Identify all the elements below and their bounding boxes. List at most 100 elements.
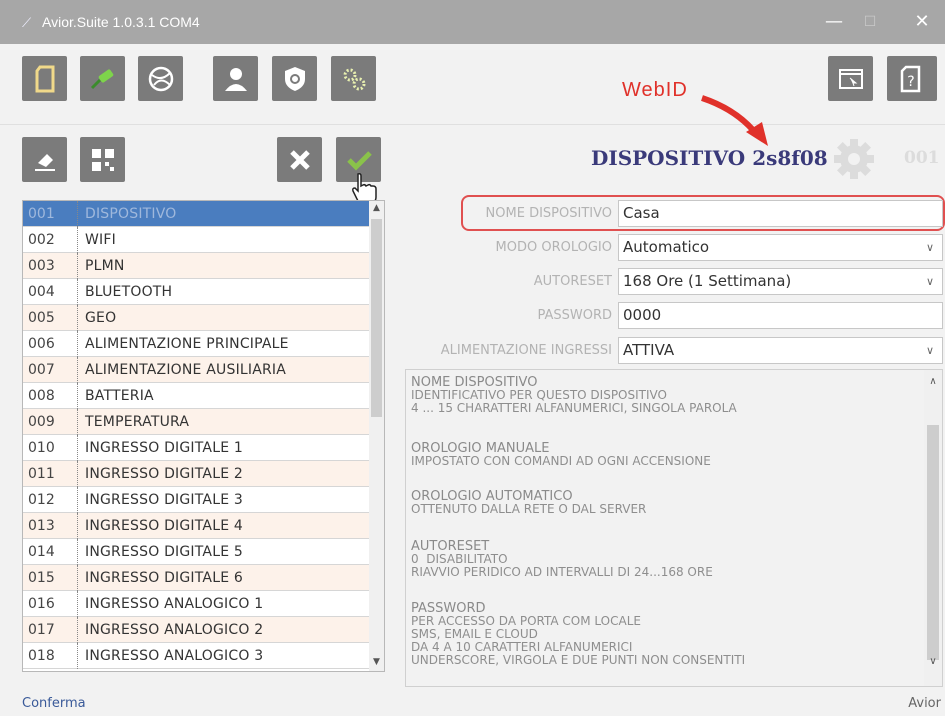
new-document-button[interactable] — [22, 56, 67, 101]
webid-annotation: WebID — [622, 79, 688, 101]
help-paragraph: OROLOGIO MANUALE IMPOSTATO CON COMANDI AD… — [411, 442, 711, 468]
list-item-label: TEMPERATURA — [85, 414, 190, 430]
list-item[interactable]: 015 INGRESSO DIGITALE 6 — [23, 565, 371, 591]
chevron-down-icon: ∨ — [925, 275, 934, 288]
list-item-label: INGRESSO ANALOGICO 1 — [85, 596, 264, 612]
list-item-label: INGRESSO DIGITALE 1 — [85, 440, 243, 456]
svg-text:?: ? — [907, 74, 914, 90]
list-item[interactable]: 011 INGRESSO DIGITALE 2 — [23, 461, 371, 487]
globe-network-icon — [148, 66, 173, 91]
help-document-icon: ? — [900, 65, 921, 92]
device-title: DISPOSITIVO 2s8f08 — [591, 146, 828, 170]
list-item[interactable]: 005 GEO — [23, 305, 371, 331]
list-item[interactable]: 016 INGRESSO ANALOGICO 1 — [23, 591, 371, 617]
list-item[interactable]: 014 INGRESSO DIGITALE 5 — [23, 539, 371, 565]
list-item-number: 006 — [23, 331, 78, 357]
autoreset-select[interactable]: 168 Ore (1 Settimana) ∨ — [618, 268, 943, 295]
scroll-up-icon[interactable]: ▲ — [369, 203, 384, 213]
clock-mode-select[interactable]: Automatico ∨ — [618, 234, 943, 261]
minimize-button[interactable]: — — [822, 10, 846, 34]
help-paragraph: AUTORESET 0 DISABILITATO RIAVVIO PERIDICO … — [411, 540, 713, 579]
scroll-up-icon[interactable]: ∧ — [924, 376, 942, 387]
list-item[interactable]: 018 INGRESSO ANALOGICO 3 — [23, 643, 371, 669]
list-item-number: 003 — [23, 253, 78, 279]
list-item-label: INGRESSO DIGITALE 5 — [85, 544, 243, 560]
connect-usb-button[interactable] — [80, 56, 125, 101]
list-item[interactable]: 008 BATTERIA — [23, 383, 371, 409]
list-item-label: INGRESSO DIGITALE 3 — [85, 492, 243, 508]
cancel-x-icon — [289, 149, 310, 170]
status-text: Conferma — [22, 696, 86, 711]
scrollbar-thumb[interactable] — [927, 425, 939, 660]
list-item-label: INGRESSO ANALOGICO 3 — [85, 648, 264, 664]
settings-button[interactable] — [331, 56, 376, 101]
user-button[interactable] — [213, 56, 258, 101]
help-line: OTTENUTO DALLA RETE O DAL SERVER — [411, 502, 647, 516]
list-item[interactable]: 009 TEMPERATURA — [23, 409, 371, 435]
list-item-label: DISPOSITIVO — [85, 206, 177, 222]
list-item-number: 015 — [23, 565, 78, 591]
list-item-label: INGRESSO DIGITALE 6 — [85, 570, 243, 586]
list-item-number: 005 — [23, 305, 78, 331]
help-line: RIAVVIO PERIDICO AD INTERVALLI DI 24...1… — [411, 565, 713, 579]
qr-code-button[interactable] — [80, 137, 125, 182]
chevron-down-icon: ∨ — [925, 344, 934, 357]
help-paragraph: OROLOGIO AUTOMATICO OTTENUTO DALLA RETE O… — [411, 490, 646, 516]
list-item-label: BLUETOOTH — [85, 284, 173, 300]
scroll-down-icon[interactable]: ▼ — [369, 657, 384, 667]
list-scrollbar[interactable]: ▲ ▼ — [369, 201, 384, 671]
window-button[interactable] — [828, 56, 873, 101]
status-brand: Avior — [908, 696, 941, 711]
list-item-number: 009 — [23, 409, 78, 435]
list-item[interactable]: 001 DISPOSITIVO — [23, 201, 371, 227]
device-number: 001 — [904, 148, 940, 168]
security-button[interactable] — [272, 56, 317, 101]
list-item-label: WIFI — [85, 232, 116, 248]
input-power-select[interactable]: ATTIVA ∨ — [618, 337, 943, 364]
list-item-number: 013 — [23, 513, 78, 539]
list-item[interactable]: 010 INGRESSO DIGITALE 1 — [23, 435, 371, 461]
list-item-label: INGRESSO ANALOGICO 2 — [85, 622, 264, 638]
user-icon — [224, 67, 247, 91]
help-scrollbar[interactable]: ∧ ∨ — [924, 370, 942, 686]
help-text-panel[interactable]: NOME DISPOSITIVO IDENTIFICATIVO PER QUEST… — [405, 369, 943, 687]
list-item-label: ALIMENTAZIONE PRINCIPALE — [85, 336, 289, 352]
annotation-arrow-icon — [701, 95, 768, 146]
help-button[interactable]: ? — [887, 56, 937, 101]
clock-mode-label: MODO OROLOGIO — [495, 240, 612, 255]
list-item[interactable]: 012 INGRESSO DIGITALE 3 — [23, 487, 371, 513]
list-item[interactable]: 003 PLMN — [23, 253, 371, 279]
title-bar: ⟋ Avior.Suite 1.0.3.1 COM4 — ☐ ✕ — [0, 0, 945, 44]
section-list[interactable]: 001 DISPOSITIVO 002 WIFI 003 PLMN 004 BLUETOOTH… — [22, 200, 385, 672]
close-button[interactable]: ✕ — [910, 10, 934, 34]
document-icon — [35, 65, 54, 92]
list-item-number: 008 — [23, 383, 78, 409]
list-item-label: PLMN — [85, 258, 125, 274]
network-button[interactable] — [138, 56, 183, 101]
list-item[interactable]: 017 INGRESSO ANALOGICO 2 — [23, 617, 371, 643]
help-paragraph: PASSWORD PER ACCESSO DA PORTA COM LOCALE S… — [411, 602, 745, 667]
shield-icon — [284, 66, 305, 91]
maximize-button[interactable]: ☐ — [858, 10, 882, 34]
chevron-down-icon: ∨ — [925, 241, 934, 254]
help-line: 4 ... 15 CHARATTERI ALFANUMERICI, SINGOL… — [411, 401, 737, 415]
cancel-button[interactable] — [277, 137, 322, 182]
list-item[interactable]: 002 WIFI — [23, 227, 371, 253]
confirm-check-icon — [346, 150, 372, 171]
list-item[interactable]: 007 ALIMENTAZIONE AUSILIARIA — [23, 357, 371, 383]
erase-button[interactable] — [22, 137, 67, 182]
toolbar-divider — [0, 124, 945, 125]
list-item-number: 012 — [23, 487, 78, 513]
list-item[interactable]: 013 INGRESSO DIGITALE 4 — [23, 513, 371, 539]
password-input[interactable]: 0000 — [618, 302, 943, 329]
scroll-down-icon[interactable]: ∨ — [924, 656, 942, 667]
eraser-icon — [34, 153, 55, 171]
list-item-number: 001 — [23, 201, 78, 227]
list-item[interactable]: 004 BLUETOOTH — [23, 279, 371, 305]
password-label: PASSWORD — [537, 308, 612, 323]
help-line: IMPOSTATO CON COMANDI AD OGNI ACCENSIONE — [411, 454, 711, 468]
device-name-input[interactable]: Casa — [618, 200, 943, 227]
scrollbar-thumb[interactable] — [371, 219, 382, 417]
list-item-label: GEO — [85, 310, 117, 326]
list-item[interactable]: 006 ALIMENTAZIONE PRINCIPALE — [23, 331, 371, 357]
